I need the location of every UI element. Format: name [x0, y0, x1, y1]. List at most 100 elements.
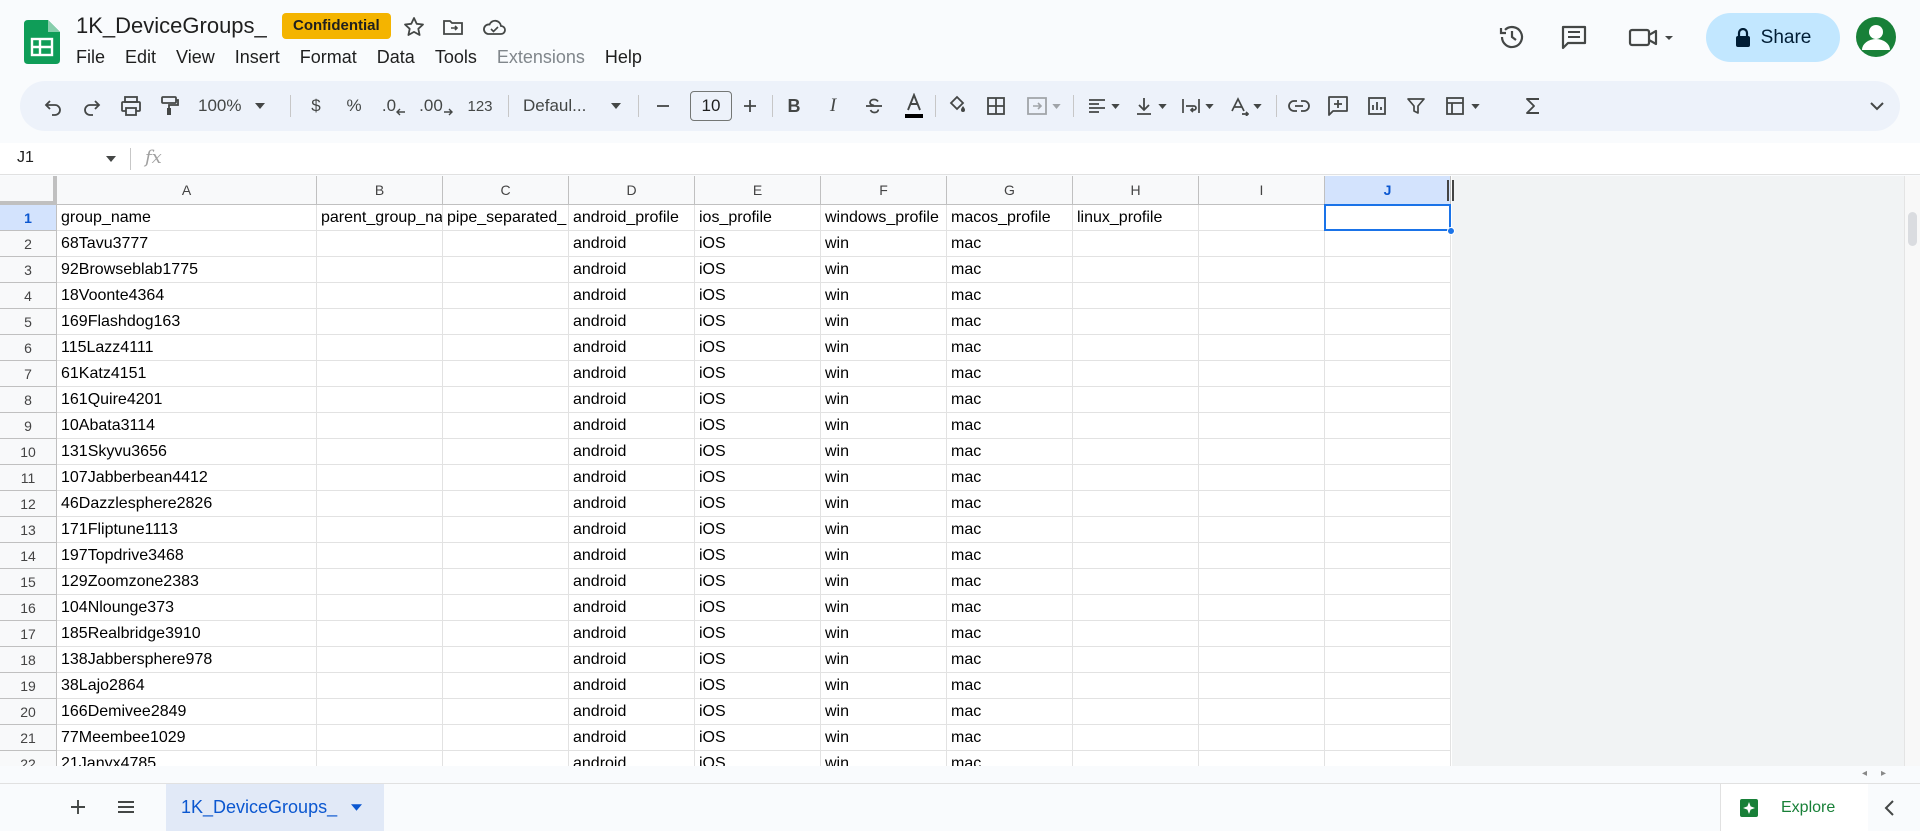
menu-extensions[interactable]: Extensions [487, 45, 595, 70]
cell[interactable]: win [821, 543, 947, 569]
cell[interactable]: mac [947, 595, 1073, 621]
cell[interactable]: iOS [695, 517, 821, 543]
font-size-input[interactable]: 10 [690, 91, 732, 121]
column-header-i[interactable]: I [1199, 176, 1325, 205]
cell[interactable]: iOS [695, 491, 821, 517]
cell[interactable]: win [821, 387, 947, 413]
column-resize-handle[interactable] [1447, 180, 1454, 201]
cell[interactable]: android [569, 647, 695, 673]
cell[interactable]: win [821, 257, 947, 283]
row-header[interactable]: 5 [0, 309, 57, 335]
cell[interactable] [1325, 335, 1451, 361]
cell[interactable] [1073, 335, 1199, 361]
cell[interactable] [443, 231, 569, 257]
cell[interactable]: mac [947, 413, 1073, 439]
horizontal-scroll-arrows[interactable]: ◂ ▸ [1862, 768, 1902, 780]
undo-icon[interactable] [40, 93, 66, 119]
cell[interactable]: iOS [695, 751, 821, 766]
cell[interactable]: iOS [695, 673, 821, 699]
cell[interactable]: mac [947, 309, 1073, 335]
cell[interactable] [1073, 569, 1199, 595]
cell[interactable]: android [569, 517, 695, 543]
cell[interactable]: iOS [695, 725, 821, 751]
horizontal-align-icon[interactable] [1081, 93, 1125, 119]
cell[interactable]: win [821, 569, 947, 595]
cell[interactable]: iOS [695, 543, 821, 569]
cell[interactable]: 38Lajo2864 [57, 673, 317, 699]
cell[interactable] [1325, 439, 1451, 465]
cell[interactable]: android [569, 725, 695, 751]
cell[interactable]: 61Katz4151 [57, 361, 317, 387]
cell[interactable] [317, 621, 443, 647]
cell[interactable] [1325, 309, 1451, 335]
all-sheets-menu-icon[interactable] [114, 795, 138, 819]
filter-icon[interactable] [1403, 93, 1429, 119]
scroll-left-icon[interactable]: ◂ [1862, 768, 1867, 780]
cell[interactable]: 161Quire4201 [57, 387, 317, 413]
collapse-toolbar-chevron-icon[interactable] [1864, 93, 1890, 119]
share-button[interactable]: Share [1706, 13, 1840, 62]
cell[interactable]: iOS [695, 699, 821, 725]
cell[interactable]: android [569, 283, 695, 309]
cell[interactable] [1199, 699, 1325, 725]
cell[interactable]: android [569, 465, 695, 491]
strikethrough-icon[interactable] [861, 93, 887, 119]
cell[interactable]: android [569, 335, 695, 361]
explore-button[interactable]: Explore [1720, 784, 1868, 831]
cell[interactable] [1073, 231, 1199, 257]
cell[interactable] [1325, 491, 1451, 517]
cell[interactable]: iOS [695, 257, 821, 283]
vertical-scrollbar[interactable] [1904, 176, 1920, 766]
cell[interactable]: win [821, 491, 947, 517]
cell[interactable]: mac [947, 647, 1073, 673]
cell[interactable]: 169Flashdog163 [57, 309, 317, 335]
cell[interactable] [1073, 465, 1199, 491]
cell[interactable] [1199, 413, 1325, 439]
cell[interactable]: 104Nlounge373 [57, 595, 317, 621]
cell[interactable]: iOS [695, 231, 821, 257]
cell[interactable] [1199, 647, 1325, 673]
header-cell[interactable]: ios_profile [695, 205, 821, 231]
row-header[interactable]: 14 [0, 543, 57, 569]
cell[interactable] [443, 725, 569, 751]
version-history-icon[interactable] [1497, 22, 1527, 52]
side-panel-toggle-chevron-icon[interactable] [1880, 798, 1900, 818]
cell[interactable]: android [569, 491, 695, 517]
cell[interactable]: mac [947, 673, 1073, 699]
cell[interactable] [443, 621, 569, 647]
cell[interactable] [1073, 413, 1199, 439]
cell[interactable] [1325, 751, 1451, 766]
select-all-corner[interactable] [0, 176, 57, 205]
cell[interactable]: 115Lazz4111 [57, 335, 317, 361]
row-header[interactable]: 4 [0, 283, 57, 309]
cell[interactable]: 10Abata3114 [57, 413, 317, 439]
row-header[interactable]: 15 [0, 569, 57, 595]
row-header[interactable]: 1 [0, 205, 57, 231]
account-avatar[interactable] [1856, 17, 1896, 57]
cell[interactable] [443, 595, 569, 621]
cell[interactable] [1073, 647, 1199, 673]
cell[interactable]: android [569, 673, 695, 699]
cell[interactable] [1325, 257, 1451, 283]
menu-view[interactable]: View [166, 45, 225, 70]
cell[interactable] [317, 751, 443, 766]
cell[interactable] [1325, 569, 1451, 595]
cell[interactable]: win [821, 595, 947, 621]
confidential-badge[interactable]: Confidential [282, 13, 391, 39]
column-header-a[interactable]: A [57, 176, 317, 205]
cell[interactable] [1073, 595, 1199, 621]
cell[interactable] [317, 569, 443, 595]
document-title[interactable]: 1K_DeviceGroups_ [76, 13, 267, 39]
cell[interactable] [1073, 673, 1199, 699]
column-header-j[interactable]: J [1325, 176, 1451, 205]
menu-help[interactable]: Help [595, 45, 652, 70]
cell[interactable]: mac [947, 621, 1073, 647]
cell[interactable]: mac [947, 699, 1073, 725]
cell[interactable] [317, 309, 443, 335]
header-cell[interactable]: parent_group_na [317, 205, 443, 231]
cell[interactable] [1199, 439, 1325, 465]
cell[interactable] [317, 595, 443, 621]
cell[interactable] [1325, 387, 1451, 413]
decrease-decimal-button[interactable]: .0 [378, 93, 410, 119]
star-icon[interactable] [402, 15, 426, 39]
